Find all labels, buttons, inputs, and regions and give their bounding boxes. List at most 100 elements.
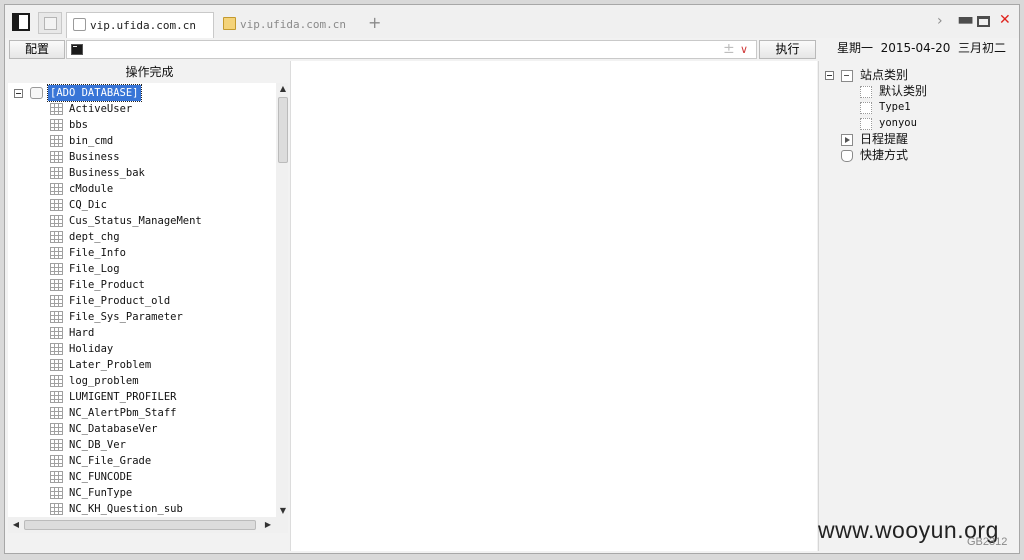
table-icon <box>50 103 63 115</box>
table-label: NC_FUNCODE <box>69 471 133 483</box>
table-row[interactable]: Business <box>8 149 268 165</box>
table-label: NC_DatabaseVer <box>69 423 158 435</box>
new-tab-button[interactable]: + <box>368 15 381 31</box>
table-row[interactable]: File_Product <box>8 277 268 293</box>
scroll-left-icon[interactable]: ◀ <box>10 517 22 533</box>
table-label: NC_File_Grade <box>69 455 152 467</box>
category-item-icon <box>860 86 872 98</box>
table-label: Hard <box>69 327 95 339</box>
chevron-down-icon[interactable]: ∨ <box>740 41 748 58</box>
table-row[interactable]: NC_AlertPbm_Staff <box>8 405 268 421</box>
table-label: bin_cmd <box>69 135 114 147</box>
table-label: bbs <box>69 119 88 131</box>
chevron-right-icon[interactable]: › <box>937 14 943 28</box>
table-icon <box>50 343 63 355</box>
command-bar: 配置 ± ∨ 执行 星期一 2015-04-20 三月初二 <box>5 38 1019 60</box>
table-icon <box>50 391 63 403</box>
status-text: 操作完成 <box>125 65 174 79</box>
table-row[interactable]: NC_File_Grade <box>8 453 268 469</box>
table-icon <box>50 151 63 163</box>
horizontal-scrollbar[interactable]: ◀ ▶ <box>8 517 276 533</box>
table-row[interactable]: Business_bak <box>8 165 268 181</box>
table-row[interactable]: bin_cmd <box>8 133 268 149</box>
vertical-scrollbar[interactable]: ▲ ▼ <box>276 83 288 517</box>
tree-root-label: [ADO DATABASE] <box>47 84 142 102</box>
table-label: cModule <box>69 183 114 195</box>
tab-inactive[interactable]: vip.ufida.com.cn <box>217 12 367 38</box>
table-icon <box>50 167 63 179</box>
table-row[interactable]: NC_DatabaseVer <box>8 421 268 437</box>
table-icon <box>50 471 63 483</box>
panel-layout-icon[interactable] <box>12 13 30 31</box>
table-row[interactable]: dept_chg <box>8 229 268 245</box>
table-row[interactable]: File_Product_old <box>8 293 268 309</box>
table-row[interactable]: NC_DB_Ver <box>8 437 268 453</box>
table-row[interactable]: cModule <box>8 181 268 197</box>
hscroll-thumb[interactable] <box>24 520 256 530</box>
table-row[interactable]: bbs <box>8 117 268 133</box>
blank-page-icon[interactable] <box>38 12 62 34</box>
schedule-label[interactable]: 日程提醒 <box>860 131 908 147</box>
table-icon <box>50 359 63 371</box>
table-row[interactable]: NC_KH_Question_sub <box>8 501 268 517</box>
category-item[interactable]: Type1 <box>879 99 911 115</box>
maximize-button[interactable] <box>977 16 990 27</box>
category-icon <box>841 70 853 82</box>
table-row[interactable]: ActiveUser <box>8 101 268 117</box>
shortcuts-label[interactable]: 快捷方式 <box>860 147 908 163</box>
tab-active[interactable]: vip.ufida.com.cn <box>66 12 214 38</box>
table-label: Business_bak <box>69 167 145 179</box>
collapse-icon[interactable] <box>14 89 23 98</box>
table-icon <box>50 119 63 131</box>
collapse-icon[interactable] <box>825 71 834 80</box>
category-item-icon <box>860 102 872 114</box>
table-label: Business <box>69 151 120 163</box>
table-row[interactable]: NC_FunType <box>8 485 268 501</box>
tree-root[interactable]: [ADO DATABASE] <box>8 84 268 102</box>
table-row[interactable]: Cus_Status_ManageMent <box>8 213 268 229</box>
scroll-right-icon[interactable]: ▶ <box>262 517 274 533</box>
table-row[interactable]: CQ_Dic <box>8 197 268 213</box>
date-display: 星期一 2015-04-20 三月初二 <box>837 41 1006 55</box>
database-icon <box>30 87 43 99</box>
command-input[interactable]: ± ∨ <box>66 40 757 59</box>
table-row[interactable]: NC_FUNCODE <box>8 469 268 485</box>
table-row[interactable]: File_Log <box>8 261 268 277</box>
table-icon <box>50 423 63 435</box>
content-area[interactable] <box>290 61 817 551</box>
table-row[interactable]: Holiday <box>8 341 268 357</box>
table-icon <box>50 279 63 291</box>
table-icon <box>50 183 63 195</box>
site-category-label[interactable]: 站点类别 <box>860 67 908 83</box>
resize-grip[interactable] <box>276 517 288 533</box>
close-button[interactable]: ✕ <box>999 13 1011 27</box>
tab-label: vip.ufida.com.cn <box>240 18 346 31</box>
table-row[interactable]: Hard <box>8 325 268 341</box>
table-icon <box>50 295 63 307</box>
minimize-button[interactable]: ▬ <box>957 11 974 29</box>
scroll-down-icon[interactable]: ▼ <box>276 505 288 517</box>
config-button[interactable]: 配置 <box>9 40 65 59</box>
scroll-thumb[interactable] <box>278 97 288 163</box>
table-label: Cus_Status_ManageMent <box>69 215 202 227</box>
page-icon <box>73 18 86 31</box>
run-button[interactable]: 执行 <box>759 40 816 59</box>
table-row[interactable]: LUMIGENT_PROFILER <box>8 389 268 405</box>
table-label: File_Info <box>69 247 126 259</box>
database-tree[interactable]: [ADO DATABASE] ActiveUser bbs bin_cmd Busin… <box>8 83 288 533</box>
table-row[interactable]: log_problem <box>8 373 268 389</box>
category-item[interactable]: yonyou <box>879 115 917 131</box>
table-row[interactable]: Later_Problem <box>8 357 268 373</box>
table-icon <box>50 439 63 451</box>
table-icon <box>50 487 63 499</box>
table-icon <box>50 311 63 323</box>
plus-minus-icon[interactable]: ± <box>723 41 735 58</box>
scroll-up-icon[interactable]: ▲ <box>276 83 288 95</box>
category-item[interactable]: 默认类别 <box>879 83 927 99</box>
table-label: NC_KH_Question_sub <box>69 503 183 515</box>
table-row[interactable]: File_Info <box>8 245 268 261</box>
table-row[interactable]: File_Sys_Parameter <box>8 309 268 325</box>
table-label: CQ_Dic <box>69 199 107 211</box>
hand-icon <box>841 150 853 162</box>
table-icon <box>50 231 63 243</box>
